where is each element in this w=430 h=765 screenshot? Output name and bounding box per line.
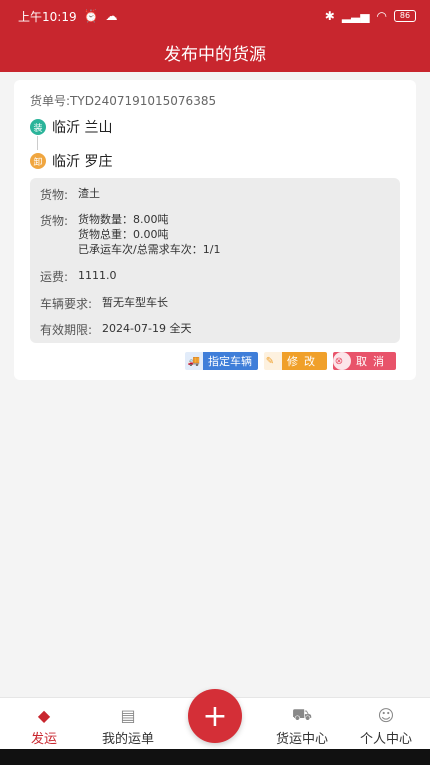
assign-vehicle-label: 指定车辆 (208, 355, 252, 368)
publish-plus-button[interactable]: + (188, 689, 242, 743)
edit-label: 修改 (287, 355, 321, 368)
cargo-detail: 货物数量：8.00吨 货物总重：0.00吨 已承运车次/总需求车次：1/1 (78, 212, 220, 257)
origin-location: 临沂 兰山 (52, 120, 113, 136)
unload-badge: 卸 (30, 153, 46, 169)
cargo-card[interactable]: 货单号:TYD2407191015076385 装 临沂 兰山 卸 临沂 罗庄 … (14, 80, 416, 380)
validity-value: 2024-07-19 全天 (102, 322, 192, 335)
cancel-icon: ⊗ (333, 352, 351, 370)
plus-icon: + (202, 698, 228, 734)
tab-profile-label: 个人中心 (359, 732, 412, 747)
signal-icon: ▂▃▅ (341, 9, 370, 23)
cargo-info-panel: 货物: 渣土 货物: 货物数量：8.00吨 货物总重：0.00吨 已承运车次/总… (30, 178, 400, 343)
status-time: 上午10:19 (18, 9, 77, 24)
origin-row: 装 临沂 兰山 (30, 117, 112, 137)
cargo-row: 货物: 渣土 (40, 186, 100, 203)
document-icon: ▤ (120, 705, 136, 725)
cargo-detail-row: 货物: 货物数量：8.00吨 货物总重：0.00吨 已承运车次/总需求车次：1/… (40, 212, 220, 257)
assign-vehicle-button[interactable]: 🚚 指定车辆 (185, 352, 258, 370)
tab-freight-center[interactable]: ⛟ 货运中心 (262, 704, 342, 748)
cancel-button[interactable]: ⊗ 取消 (333, 352, 396, 370)
order-number: 货单号:TYD2407191015076385 (30, 94, 217, 108)
system-nav-bar (0, 749, 430, 765)
bluetooth-icon: ✱ (324, 9, 335, 23)
cargo-label: 货物: (40, 188, 69, 202)
truck-tab-icon: ⛟ (291, 704, 313, 724)
cargo-value: 渣土 (78, 187, 101, 200)
tab-ship[interactable]: ◆ 发运 (4, 704, 84, 748)
notification-icon: ☁ (105, 9, 118, 23)
card-actions: 🚚 指定车辆 ✎ 修改 ⊗ 取消 (185, 352, 396, 370)
freight-row: 运费: 1111.0 (40, 268, 117, 285)
freight-label: 运费: (40, 270, 69, 284)
vehicle-value: 暂无车型车长 (102, 296, 169, 309)
box-icon: ◆ (37, 705, 51, 725)
battery-icon: 86 (394, 10, 416, 22)
tab-freight-center-label: 货运中心 (275, 732, 328, 747)
vehicle-row: 车辆要求: 暂无车型车长 (40, 295, 168, 312)
freight-value: 1111.0 (78, 269, 117, 282)
edit-button[interactable]: ✎ 修改 (264, 352, 327, 370)
destination-location: 临沂 罗庄 (52, 154, 113, 170)
truck-icon: 🚚 (185, 352, 203, 370)
vehicle-label: 车辆要求: (40, 297, 93, 311)
load-badge: 装 (30, 119, 46, 135)
cargo-quantity: 货物数量：8.00吨 (78, 213, 169, 226)
tab-my-waybills[interactable]: ▤ 我的运单 (88, 704, 168, 748)
alarm-icon: ⏰ (83, 9, 99, 23)
cancel-label: 取消 (356, 355, 390, 368)
cargo-weight: 货物总重：0.00吨 (78, 228, 169, 241)
validity-row: 有效期限: 2024-07-19 全天 (40, 321, 191, 338)
page-title: 发布中的货源 (164, 44, 266, 65)
tab-profile[interactable]: ☺ 个人中心 (346, 704, 426, 748)
tab-my-waybills-label: 我的运单 (101, 732, 154, 747)
wifi-icon: ◠ (376, 9, 387, 23)
cargo-detail-label: 货物: (40, 214, 69, 228)
cargo-trips: 已承运车次/总需求车次：1/1 (78, 243, 221, 256)
smile-icon: ☺ (377, 705, 395, 725)
header: 发布中的货源 (0, 32, 430, 72)
edit-icon: ✎ (264, 352, 282, 370)
tab-ship-label: 发运 (30, 732, 57, 747)
route-connector (37, 136, 38, 150)
status-bar: 上午10:19 ⏰ ☁ ✱ ▂▃▅ ◠ 86 (0, 0, 430, 32)
destination-row: 卸 临沂 罗庄 (30, 151, 112, 171)
validity-label: 有效期限: (40, 323, 93, 337)
